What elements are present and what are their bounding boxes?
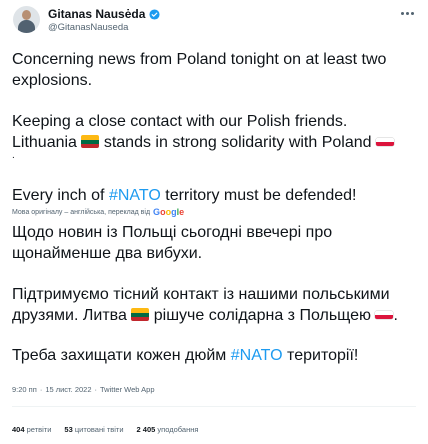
likes-stat[interactable]: 2 405 уподобання	[137, 425, 199, 434]
quotes-stat[interactable]: 53 цитовані твіти	[64, 425, 123, 434]
author-name[interactable]: Gitanas Nausėda	[48, 7, 145, 21]
translation-p3: Треба захищати кожен дюйм #NATO територі…	[12, 346, 358, 366]
translation-label: Мова оригіналу – англійська, переклад ві…	[12, 208, 151, 216]
hashtag-nato-link[interactable]: #NATO	[231, 347, 283, 364]
tweet-stats: 404 ретвіти 53 цитовані твіти 2 405 упод…	[12, 425, 198, 434]
translation-p2-line2: друзями. Литва рішуче солідарна з Польще…	[12, 306, 398, 326]
tweet-text-p1-line1: Concerning news from Poland tonight on a…	[12, 51, 387, 68]
lithuania-flag-icon	[81, 135, 100, 149]
tweet-text-segment: stands in strong solidarity with Poland	[99, 134, 376, 151]
tweet-text-segment: Every inch of	[12, 187, 109, 204]
translation-segment: території!	[282, 347, 359, 364]
translation-segment: Треба захищати кожен дюйм	[12, 347, 231, 364]
tweet-source: Twitter Web App	[100, 385, 155, 394]
translation-p1-line1: Щодо новин із Польщі сьогодні ввечері пр…	[12, 224, 333, 241]
avatar[interactable]	[13, 6, 40, 33]
translation-segment: .	[393, 307, 398, 324]
lithuania-flag-icon	[131, 308, 150, 322]
tweet-date[interactable]: 15 лист. 2022	[45, 385, 91, 394]
tweet-text-p2-line1: Keeping a close contact with our Polish …	[12, 113, 348, 130]
meta-separator: ·	[39, 385, 43, 394]
translation-credit[interactable]: Мова оригіналу – англійська, переклад ві…	[12, 207, 184, 217]
author-handle[interactable]: @GitanasNauseda	[48, 22, 128, 33]
more-dots-icon[interactable]	[398, 7, 416, 19]
avatar-head	[22, 10, 31, 20]
meta-separator: ·	[94, 385, 98, 394]
tweet-text-segment: territory must be defended!	[160, 187, 357, 204]
poland-flag-icon	[375, 310, 394, 319]
quotes-count: 53	[64, 425, 73, 434]
hashtag-nato-link[interactable]: #NATO	[109, 187, 161, 204]
tweet-header: Gitanas Nausėda @GitanasNauseda	[0, 0, 428, 44]
likes-label: уподобання	[157, 425, 199, 434]
tweet-meta: 9:20 пп · 15 лист. 2022 · Twitter Web Ap…	[12, 385, 155, 394]
avatar-body	[18, 20, 35, 33]
retweets-label: ретвіти	[26, 425, 52, 434]
quotes-label: цитовані твіти	[74, 425, 124, 434]
tweet-text-p2-line2: Lithuania stands in strong solidarity wi…	[12, 133, 394, 153]
retweets-count: 404	[12, 425, 25, 434]
tweet-text-p1-line2: explosions.	[12, 72, 93, 89]
google-logo-icon: Google	[153, 207, 185, 217]
translation-p2-line1: Підтримуємо тісний контакт із нашими пол…	[12, 286, 390, 303]
retweets-stat[interactable]: 404 ретвіти	[12, 425, 51, 434]
tweet-time[interactable]: 9:20 пп	[12, 385, 37, 394]
tweet-text-segment: Lithuania	[12, 134, 82, 151]
author-name-row: Gitanas Nausėda	[48, 7, 160, 21]
likes-count: 2 405	[136, 425, 156, 434]
verified-badge-icon	[149, 8, 160, 20]
translation-segment: друзями. Литва	[12, 307, 132, 324]
translation-segment: рішуче солідарна з Польщею	[149, 307, 376, 324]
tweet-text-p3: Every inch of #NATO territory must be de…	[12, 186, 356, 206]
translation-p1-line2: щонайменше два вибухи.	[12, 245, 203, 262]
poland-flag-icon	[375, 137, 394, 146]
divider	[12, 406, 416, 407]
tweet-text-p2-line3: .	[12, 150, 15, 161]
